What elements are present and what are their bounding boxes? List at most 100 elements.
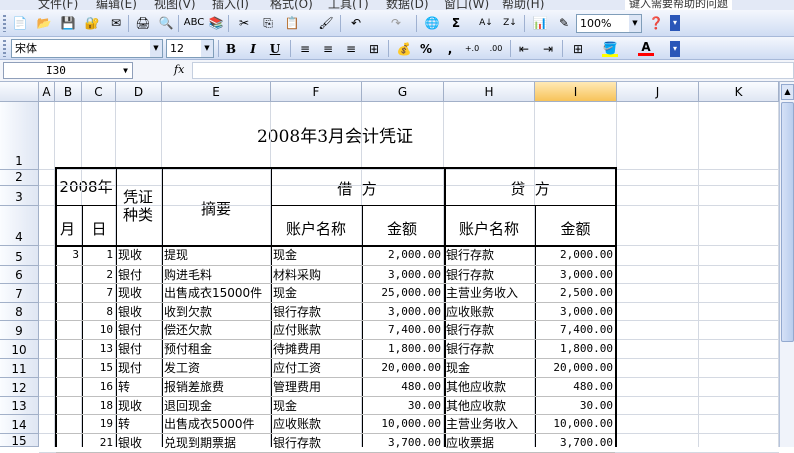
row-header-5[interactable]: 5 (0, 246, 39, 266)
cell-credit-account[interactable]: 银行存款 (446, 321, 532, 339)
cell-credit-account[interactable]: 其他应收款 (446, 378, 532, 396)
header-year[interactable]: 2008年 (55, 176, 117, 197)
column-header-f[interactable]: F (271, 82, 362, 102)
cell-month[interactable] (57, 434, 79, 452)
chevron-down-icon[interactable]: ▼ (201, 40, 213, 57)
cell-summary[interactable]: 收到欠款 (164, 303, 268, 321)
cell-credit-amount[interactable]: 1,800.00 (537, 340, 613, 358)
cell-debit-account[interactable]: 材料采购 (273, 266, 359, 284)
cell-debit-account[interactable]: 应收账款 (273, 415, 359, 433)
header-debit[interactable]: 借 方 (272, 178, 442, 199)
scroll-up-icon[interactable]: ▲ (781, 84, 794, 100)
cell-voucher-type[interactable]: 银收 (118, 434, 159, 452)
cell-day[interactable]: 1 (84, 246, 113, 264)
cell-month[interactable] (57, 321, 79, 339)
row-header-14[interactable]: 14 (0, 415, 39, 434)
column-header-a[interactable]: A (39, 82, 55, 102)
cell-debit-amount[interactable]: 7,400.00 (364, 321, 441, 339)
sheet-title[interactable]: 2008年3月会计凭证 (55, 122, 615, 147)
row-header-1[interactable]: 1 (0, 102, 39, 170)
cell-summary[interactable]: 预付租金 (164, 340, 268, 358)
cell-debit-account[interactable]: 应付账款 (273, 321, 359, 339)
cell-summary[interactable]: 出售成衣15000件 (164, 284, 268, 302)
merge-center-icon[interactable]: ⊞ (366, 41, 382, 57)
increase-indent-icon[interactable]: ⇥ (540, 41, 556, 57)
row-header-10[interactable]: 10 (0, 340, 39, 359)
menu-window[interactable]: 窗口(W) (444, 0, 489, 10)
cell-debit-amount[interactable]: 10,000.00 (364, 415, 441, 433)
cell-debit-account[interactable]: 银行存款 (273, 434, 359, 452)
chevron-down-icon[interactable]: ▼ (150, 40, 162, 57)
print-icon[interactable]: 🖨 (135, 15, 151, 31)
format-painter-icon[interactable]: 🖌 (318, 15, 334, 31)
row-header-7[interactable]: 7 (0, 284, 39, 303)
column-header-h[interactable]: H (444, 82, 535, 102)
row-header-3[interactable]: 3 (0, 186, 39, 206)
chevron-down-icon[interactable]: ▼ (629, 15, 641, 32)
save-icon[interactable]: 💾 (60, 15, 76, 31)
autosum-icon[interactable]: Σ (448, 15, 464, 31)
row-header-13[interactable]: 13 (0, 397, 39, 415)
increase-decimal-icon[interactable]: +.0 (464, 41, 480, 57)
font-color-icon[interactable]: A (638, 40, 654, 56)
header-day[interactable]: 日 (82, 218, 116, 239)
row-header-12[interactable]: 12 (0, 378, 39, 397)
cell-month[interactable] (57, 378, 79, 396)
help-search-box[interactable]: 键入需要帮助的问题 (625, 0, 732, 10)
cell-credit-account[interactable]: 应收票据 (446, 434, 532, 452)
cell-credit-amount[interactable]: 30.00 (537, 397, 613, 415)
cell-debit-account[interactable]: 现金 (273, 246, 359, 264)
underline-button[interactable]: U (267, 41, 283, 57)
cell-credit-amount[interactable]: 2,000.00 (537, 246, 613, 264)
percent-button[interactable]: % (418, 41, 434, 57)
select-all-corner[interactable] (0, 82, 39, 102)
menu-view[interactable]: 视图(V) (154, 0, 196, 10)
spelling-icon[interactable]: ABC (184, 15, 205, 31)
cell-month[interactable] (57, 359, 79, 377)
cell-debit-amount[interactable]: 30.00 (364, 397, 441, 415)
row-header-2[interactable]: 2 (0, 170, 39, 186)
email-icon[interactable]: ✉ (108, 15, 124, 31)
copy-icon[interactable]: ⎘ (260, 15, 276, 31)
cell-voucher-type[interactable]: 银收 (118, 303, 159, 321)
cell-debit-amount[interactable]: 25,000.00 (364, 284, 441, 302)
italic-button[interactable]: I (245, 41, 261, 57)
cell-voucher-type[interactable]: 银付 (118, 340, 159, 358)
column-header-g[interactable]: G (362, 82, 444, 102)
decrease-indent-icon[interactable]: ⇤ (516, 41, 532, 57)
undo-icon[interactable]: ↶ (348, 15, 364, 31)
cell-credit-account[interactable]: 现金 (446, 359, 532, 377)
toolbar-grip[interactable] (3, 40, 6, 57)
cell-summary[interactable]: 偿还欠款 (164, 321, 268, 339)
open-icon[interactable]: 📂 (36, 15, 52, 31)
column-header-i[interactable]: I (535, 82, 617, 102)
cell-month[interactable] (57, 266, 79, 284)
toolbar-options-icon[interactable]: ▾ (670, 15, 680, 31)
cell-debit-account[interactable]: 现金 (273, 397, 359, 415)
row-header-9[interactable]: 9 (0, 321, 39, 340)
cell-day[interactable]: 21 (84, 434, 113, 452)
menu-format[interactable]: 格式(O) (270, 0, 313, 10)
sort-ascending-icon[interactable]: A↓ (478, 15, 494, 31)
cell-debit-account[interactable]: 待摊费用 (273, 340, 359, 358)
header-debit-amount[interactable]: 金额 (362, 218, 442, 239)
cell-day[interactable]: 19 (84, 415, 113, 433)
cell-credit-amount[interactable]: 2,500.00 (537, 284, 613, 302)
cell-debit-account[interactable]: 管理费用 (273, 378, 359, 396)
cell-credit-amount[interactable]: 20,000.00 (537, 359, 613, 377)
column-header-c[interactable]: C (82, 82, 116, 102)
redo-icon[interactable]: ↷ (388, 15, 404, 31)
align-center-icon[interactable]: ≡ (320, 41, 336, 57)
cell-month[interactable] (57, 397, 79, 415)
vertical-scrollbar[interactable]: ▲ (779, 82, 794, 447)
cell-voucher-type[interactable]: 银付 (118, 321, 159, 339)
cell-day[interactable]: 7 (84, 284, 113, 302)
fill-color-icon[interactable]: 🪣 (602, 41, 618, 57)
cell-voucher-type[interactable]: 转 (118, 415, 159, 433)
cell-summary[interactable]: 退回现金 (164, 397, 268, 415)
column-header-e[interactable]: E (162, 82, 271, 102)
cell-credit-account[interactable]: 应收账款 (446, 303, 532, 321)
menu-help[interactable]: 帮助(H) (502, 0, 544, 10)
chart-wizard-icon[interactable]: 📊 (532, 15, 548, 31)
cell-day[interactable]: 2 (84, 266, 113, 284)
